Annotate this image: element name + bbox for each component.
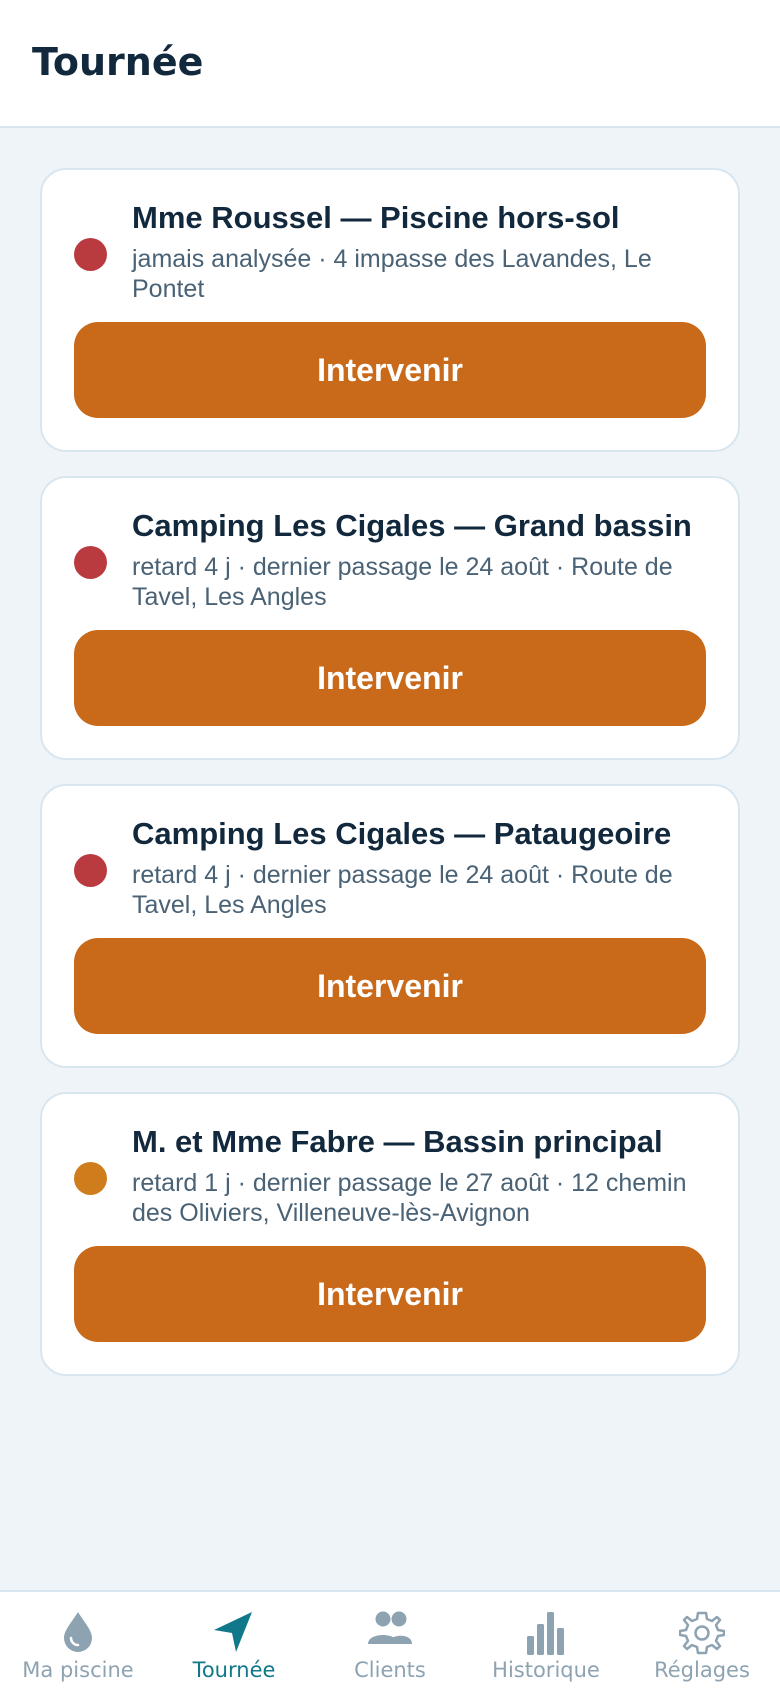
tab-tournee[interactable]: Tournée [156, 1592, 312, 1688]
tab-reglages[interactable]: Réglages [624, 1592, 780, 1688]
app-header: Tournée [0, 0, 780, 128]
card-subtitle: jamais analysée · 4 impasse des Lavandes… [132, 245, 652, 303]
tab-ma-piscine[interactable]: Ma piscine [0, 1592, 156, 1688]
intervene-button[interactable]: Intervenir [74, 630, 706, 726]
tab-label: Clients [354, 1658, 426, 1682]
page-title: Tournée [32, 40, 204, 84]
status-dot [74, 1162, 107, 1195]
tab-label: Réglages [654, 1658, 750, 1682]
bottom-tab-bar: Ma piscine Tournée Clients Historique Ré… [0, 1590, 780, 1688]
tab-label: Ma piscine [22, 1658, 134, 1682]
tab-label: Tournée [192, 1658, 276, 1682]
intervention-card: Camping Les Cigales — Grand bassin retar… [40, 476, 740, 760]
status-dot [74, 854, 107, 887]
intervene-button[interactable]: Intervenir [74, 1246, 706, 1342]
intervention-card: Camping Les Cigales — Pataugeoire retard… [40, 784, 740, 1068]
status-dot [74, 546, 107, 579]
tab-clients[interactable]: Clients [312, 1592, 468, 1688]
card-title: Camping Les Cigales — Grand bassin [132, 508, 692, 543]
card-subtitle: retard 1 j · dernier passage le 27 août … [132, 1169, 687, 1227]
tab-label: Historique [492, 1658, 600, 1682]
water-drop-icon [64, 1612, 92, 1652]
tab-historique[interactable]: Historique [468, 1592, 624, 1688]
bar-chart-icon [527, 1612, 564, 1655]
intervene-button[interactable]: Intervenir [74, 938, 706, 1034]
intervention-list: Mme Roussel — Piscine hors-sol jamais an… [40, 168, 740, 1400]
card-title: Camping Les Cigales — Pataugeoire [132, 816, 672, 851]
users-icon [368, 1611, 412, 1644]
card-subtitle: retard 4 j · dernier passage le 24 août … [132, 861, 673, 919]
gear-icon [679, 1611, 725, 1655]
intervention-card: M. et Mme Fabre — Bassin principal retar… [40, 1092, 740, 1376]
navigation-arrow-icon [214, 1612, 252, 1652]
card-title: M. et Mme Fabre — Bassin principal [132, 1124, 663, 1159]
intervene-button[interactable]: Intervenir [74, 322, 706, 418]
status-dot [74, 238, 107, 271]
card-subtitle: retard 4 j · dernier passage le 24 août … [132, 553, 673, 611]
intervention-card: Mme Roussel — Piscine hors-sol jamais an… [40, 168, 740, 452]
card-title: Mme Roussel — Piscine hors-sol [132, 200, 620, 235]
